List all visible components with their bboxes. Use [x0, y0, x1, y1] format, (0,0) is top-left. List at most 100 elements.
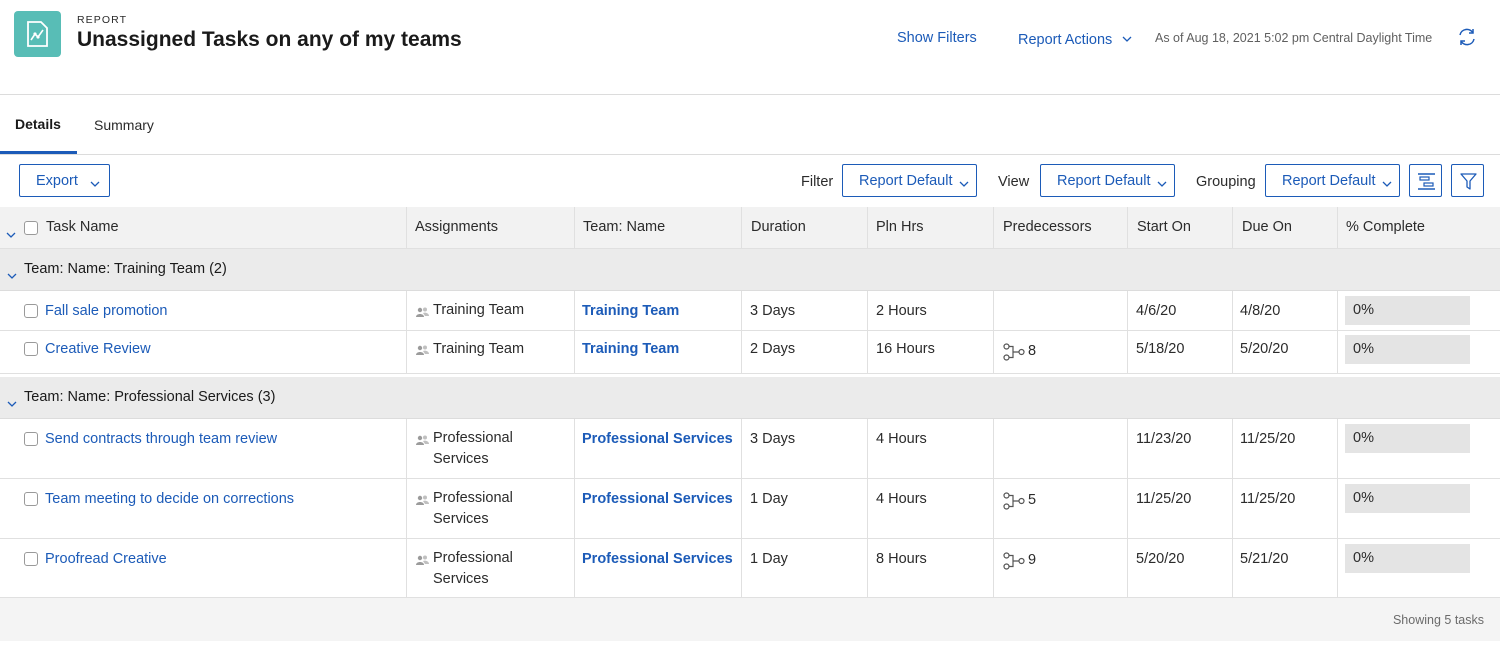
collapse-all-chevron-icon[interactable]: [6, 225, 16, 241]
due-date-value: 11/25/20: [1240, 491, 1296, 507]
due-date-value: 11/25/20: [1240, 431, 1296, 447]
row-checkbox[interactable]: [24, 432, 38, 446]
chevron-down-icon[interactable]: [7, 266, 17, 282]
column-header-task-name[interactable]: Task Name: [46, 219, 119, 235]
column-header-assignments[interactable]: Assignments: [415, 219, 498, 235]
active-tab-indicator: [0, 151, 77, 154]
duration-value: 3 Days: [750, 303, 796, 319]
team-people-icon: [416, 492, 429, 508]
due-date-value: 5/21/20: [1240, 551, 1289, 567]
column-header-due-on[interactable]: Due On: [1242, 219, 1292, 235]
column-divider[interactable]: [1337, 207, 1338, 249]
chevron-down-icon: [1382, 175, 1392, 191]
tab-details[interactable]: Details: [15, 116, 61, 132]
filter-select[interactable]: Report Default: [842, 164, 977, 197]
task-count: Showing 5 tasks: [1392, 613, 1484, 627]
column-header-team-name[interactable]: Team: Name: [583, 219, 665, 235]
assignment-team: Professional Services: [433, 548, 513, 590]
column-header-predecessors[interactable]: Predecessors: [1003, 219, 1092, 235]
duration-value: 2 Days: [750, 341, 796, 357]
planned-hours-value: 8 Hours: [876, 551, 927, 567]
planned-hours-value: 16 Hours: [876, 341, 935, 357]
export-button[interactable]: Export: [19, 164, 110, 197]
table-header: Task Name Assignments Team: Name Duratio…: [0, 207, 1500, 249]
grouping-select[interactable]: Report Default: [1265, 164, 1400, 197]
predecessor-value[interactable]: 9: [1028, 552, 1036, 568]
task-name-link[interactable]: Fall sale promotion: [45, 303, 168, 319]
column-divider[interactable]: [1232, 207, 1233, 249]
task-name-link[interactable]: Creative Review: [45, 341, 151, 357]
team-name-link[interactable]: Professional Services: [582, 551, 733, 567]
group-row-training-team[interactable]: Team: Name: Training Team (2): [0, 249, 1500, 291]
filter-funnel-button[interactable]: [1451, 164, 1484, 197]
percent-complete-bar: 0%: [1345, 484, 1470, 513]
start-date-value: 11/23/20: [1136, 431, 1192, 447]
column-divider[interactable]: [993, 207, 994, 249]
assignment-team: Training Team: [433, 341, 525, 357]
task-name-link[interactable]: Send contracts through team review: [45, 431, 277, 447]
chevron-down-icon[interactable]: [7, 394, 17, 410]
percent-complete-bar: 0%: [1345, 296, 1470, 325]
start-date-value: 11/25/20: [1136, 491, 1192, 507]
predecessor-icon: [1003, 343, 1025, 364]
show-filters-link[interactable]: Show Filters: [897, 30, 977, 46]
column-divider[interactable]: [574, 207, 575, 249]
column-header-pln-hrs[interactable]: Pln Hrs: [876, 219, 924, 235]
planned-hours-value: 4 Hours: [876, 431, 927, 447]
team-name-link[interactable]: Training Team: [582, 341, 679, 357]
tab-summary[interactable]: Summary: [94, 117, 154, 133]
team-name-link[interactable]: Training Team: [582, 303, 679, 319]
column-divider[interactable]: [1127, 207, 1128, 249]
predecessor-value[interactable]: 8: [1028, 343, 1036, 359]
percent-complete-bar: 0%: [1345, 424, 1470, 453]
report-toolbar: Export Filter Report Default View Report…: [0, 155, 1500, 207]
team-people-icon: [416, 304, 429, 320]
report-chart-icon: [14, 11, 61, 57]
task-name-link[interactable]: Team meeting to decide on corrections: [45, 491, 294, 507]
gantt-icon: [1418, 173, 1435, 190]
export-label: Export: [36, 173, 78, 189]
view-select[interactable]: Report Default: [1040, 164, 1175, 197]
predecessor-icon: [1003, 492, 1025, 513]
group-row-professional-services[interactable]: Team: Name: Professional Services (3): [0, 377, 1500, 419]
grouping-label: Grouping: [1196, 174, 1256, 190]
team-people-icon: [416, 432, 429, 448]
column-divider[interactable]: [741, 207, 742, 249]
assignment-team: Professional Services: [433, 428, 513, 470]
percent-complete-value: 0%: [1353, 490, 1374, 506]
team-name-link[interactable]: Professional Services: [582, 431, 733, 447]
duration-value: 1 Day: [750, 551, 788, 567]
predecessor-value[interactable]: 5: [1028, 492, 1036, 508]
grouping-select-value: Report Default: [1282, 173, 1376, 189]
column-divider[interactable]: [867, 207, 868, 249]
row-checkbox[interactable]: [24, 552, 38, 566]
column-header-duration[interactable]: Duration: [751, 219, 806, 235]
refresh-icon[interactable]: [1456, 26, 1478, 51]
table-footer: Showing 5 tasks: [0, 598, 1500, 641]
percent-complete-bar: 0%: [1345, 544, 1470, 573]
percent-complete-value: 0%: [1353, 341, 1374, 357]
row-checkbox[interactable]: [24, 304, 38, 318]
row-checkbox[interactable]: [24, 492, 38, 506]
select-all-checkbox[interactable]: [24, 221, 38, 235]
planned-hours-value: 2 Hours: [876, 303, 927, 319]
chevron-down-icon: [1157, 175, 1167, 191]
column-header-start-on[interactable]: Start On: [1137, 219, 1191, 235]
due-date-value: 5/20/20: [1240, 341, 1289, 357]
column-divider[interactable]: [406, 207, 407, 249]
task-name-link[interactable]: Proofread Creative: [45, 551, 167, 567]
percent-complete-value: 0%: [1353, 550, 1374, 566]
predecessor-icon: [1003, 552, 1025, 573]
report-actions-menu[interactable]: Report Actions: [1018, 30, 1132, 48]
table-row: Team meeting to decide on corrections Pr…: [0, 479, 1500, 539]
as-of-timestamp: As of Aug 18, 2021 5:02 pm Central Dayli…: [1155, 31, 1433, 45]
percent-complete-value: 0%: [1353, 302, 1374, 318]
chevron-down-icon: [959, 175, 969, 191]
row-checkbox[interactable]: [24, 342, 38, 356]
gantt-view-button[interactable]: [1409, 164, 1442, 197]
assignment-line: Services: [433, 451, 489, 467]
team-people-icon: [416, 552, 429, 568]
assignment-line: Services: [433, 571, 489, 587]
team-name-link[interactable]: Professional Services: [582, 491, 733, 507]
column-header-percent-complete[interactable]: % Complete: [1346, 219, 1425, 235]
